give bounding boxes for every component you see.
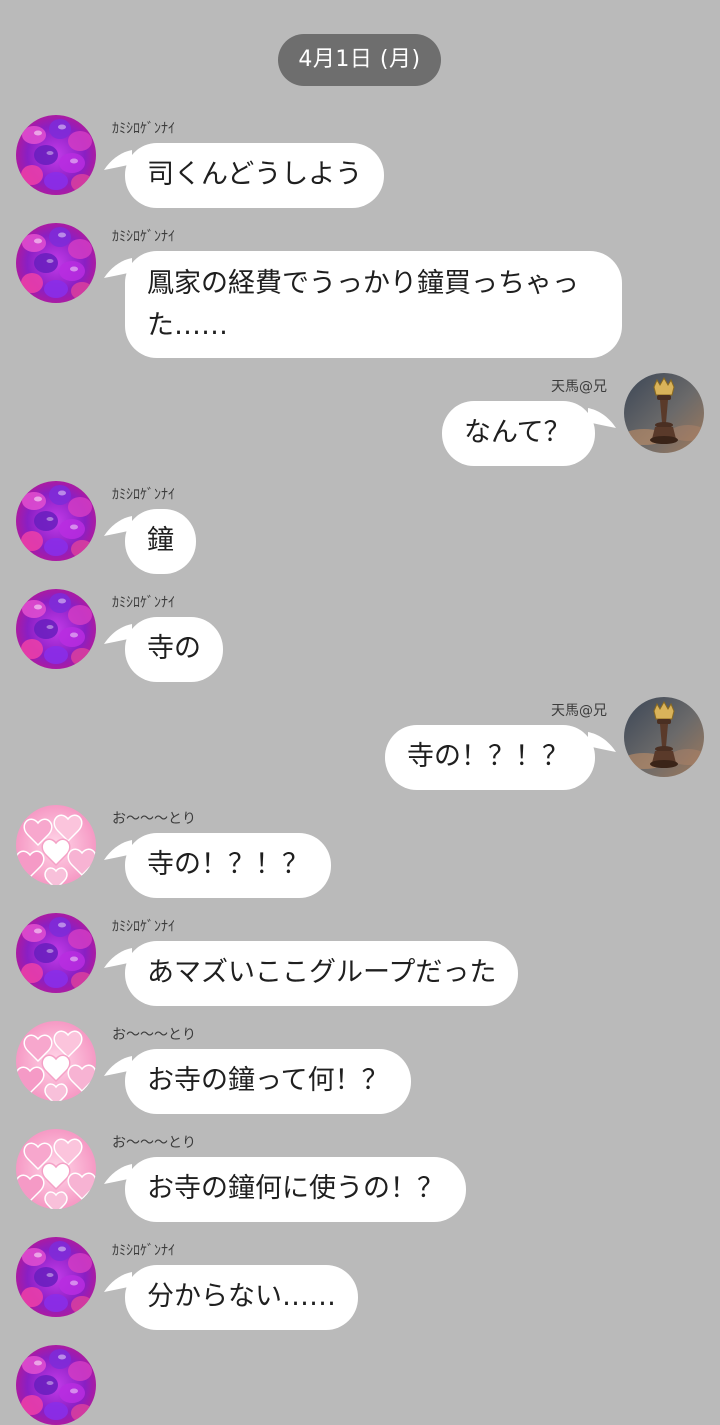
message-bubble[interactable]: 分からない…… [125,1265,358,1330]
purple-gummy-avatar[interactable] [16,913,96,993]
purple-gummy-avatar[interactable] [16,589,96,669]
message-bubble[interactable]: 鐘 [125,509,196,574]
sender-name: お〜〜〜とり [112,1135,196,1151]
chess-crown-avatar[interactable] [624,373,704,453]
sender-name: ｶﾐｼﾛｹﾞﾝﾅｲ [112,229,175,245]
message-bubble[interactable]: あマズいここグループだった [125,941,519,1006]
sender-name: ｶﾐｼﾛｹﾞﾝﾅｲ [112,487,175,503]
message-bubble[interactable]: お寺の鐘って何！？ [125,1049,411,1114]
sender-name: ｶﾐｼﾛｹﾞﾝﾅｲ [112,1243,175,1259]
purple-gummy-avatar[interactable] [16,223,96,303]
message-bubble[interactable]: 寺の！？！？ [385,725,595,790]
date-header: 4月1日 (月) [278,34,441,86]
pink-candy-avatar[interactable] [16,1021,96,1101]
purple-gummy-avatar[interactable] [16,115,96,195]
sender-name: 天馬@兄 [551,703,607,719]
chess-crown-avatar[interactable] [624,697,704,777]
sender-name: ｶﾐｼﾛｹﾞﾝﾅｲ [112,121,175,137]
message-bubble[interactable]: なんて？ [442,401,595,466]
message-bubble[interactable]: 司くんどうしよう [125,143,385,208]
message-line: た…… [147,310,228,341]
purple-gummy-avatar[interactable] [16,1237,96,1317]
pink-candy-avatar[interactable] [16,1129,96,1209]
message-bubble[interactable]: 寺の！？！？ [125,833,331,898]
sender-name: お〜〜〜とり [112,811,196,827]
message-line: 鳳家の経費でうっかり鐘買っちゃっ [147,268,579,299]
message-bubble[interactable]: 鳳家の経費でうっかり鐘買っちゃっ た…… [125,251,622,358]
sender-name: ｶﾐｼﾛｹﾞﾝﾅｲ [112,595,175,611]
pink-candy-avatar[interactable] [16,805,96,885]
sender-name: ｶﾐｼﾛｹﾞﾝﾅｲ [112,919,175,935]
message-bubble[interactable]: 寺の [125,617,223,682]
purple-gummy-avatar[interactable] [16,481,96,561]
sender-name: お〜〜〜とり [112,1027,196,1043]
purple-gummy-avatar[interactable] [16,1345,96,1425]
sender-name: 天馬@兄 [551,379,607,395]
message-bubble[interactable]: お寺の鐘何に使うの！？ [125,1157,466,1222]
